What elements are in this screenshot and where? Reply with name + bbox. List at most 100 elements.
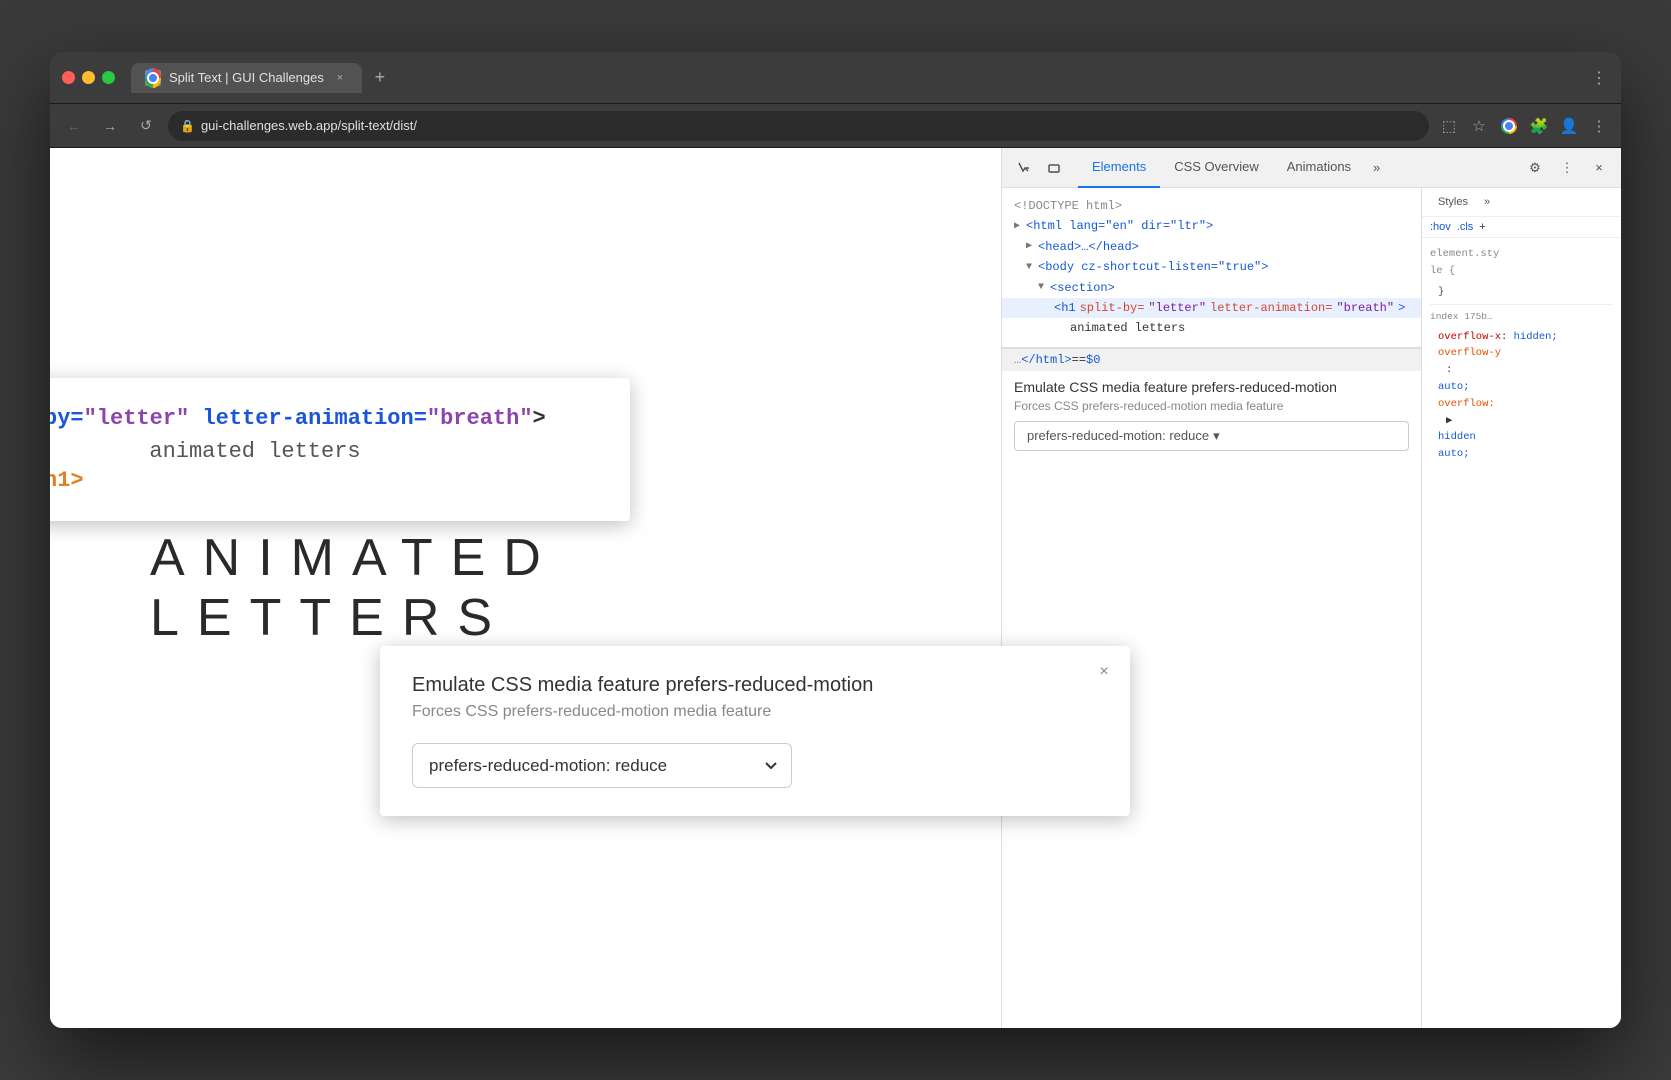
triangle-section: ▼	[1038, 279, 1044, 296]
devtools-panel: Elements CSS Overview Animations » ⚙ ⋮ ×	[1001, 148, 1621, 1028]
overflow-x-val-hidden: hidden;	[1514, 331, 1558, 343]
title-bar-right-icons: ⋮	[1589, 68, 1609, 88]
devtools-right-icons: ⚙ ⋮ ×	[1521, 154, 1613, 182]
devtools-header: Elements CSS Overview Animations » ⚙ ⋮ ×	[1002, 148, 1621, 188]
cast-icon[interactable]: ⬚	[1437, 114, 1461, 138]
back-button[interactable]: ←	[60, 112, 88, 140]
reload-button[interactable]: ↺	[132, 112, 160, 140]
code-attr1-val: "letter"	[84, 406, 190, 431]
html-line-body: ▼ <body cz-shortcut-listen="true">	[1002, 257, 1421, 277]
html-line-h1[interactable]: <h1 split-by="letter" letter-animation="…	[1002, 298, 1421, 318]
tab-css-overview[interactable]: CSS Overview	[1160, 148, 1273, 188]
overflow-triangle: ▶	[1430, 413, 1613, 430]
head-tag: <head>…</head>	[1038, 237, 1139, 257]
tab-animations[interactable]: Animations	[1273, 148, 1365, 188]
h1-attr-split: split-by=	[1080, 298, 1145, 318]
reduced-motion-select[interactable]: No override prefers-reduced-motion: redu…	[412, 743, 792, 788]
overflow-y-prop: overflow-y	[1438, 347, 1501, 359]
bg-emulate-rows: Emulate CSS media feature prefers-reduce…	[1002, 371, 1421, 471]
code-line-2: animated letters	[50, 439, 598, 464]
overflow-y-label: overflow-y	[1430, 345, 1613, 362]
overflow-x-prop: overflow-x	[1438, 331, 1501, 343]
equals-sign: ==	[1072, 353, 1086, 367]
section-tag: <section>	[1050, 278, 1115, 298]
element-style-rule: element.style {	[1430, 246, 1613, 280]
code-attr1-name: split-by=	[50, 406, 84, 431]
styles-tab-label[interactable]: Styles	[1432, 194, 1474, 210]
triangle-icon: ▶	[1446, 415, 1452, 427]
auto-val: auto;	[1430, 379, 1613, 396]
hov-button[interactable]: :hov	[1430, 221, 1451, 233]
tab-active[interactable]: Split Text | GUI Challenges ×	[131, 63, 362, 93]
modal-close-button[interactable]: ×	[1092, 660, 1116, 684]
extensions-icon[interactable]: 🧩	[1527, 114, 1551, 138]
emulate-modal: × Emulate CSS media feature prefers-redu…	[380, 646, 1130, 816]
devtools-settings-button[interactable]: ⚙	[1521, 154, 1549, 182]
html-close-tag: </html>	[1021, 353, 1071, 367]
devtools-selected-bar: … </html> == $0	[1002, 348, 1421, 371]
devtools-close-button[interactable]: ×	[1585, 154, 1613, 182]
tab-elements[interactable]: Elements	[1078, 148, 1160, 188]
browser-window: Split Text | GUI Challenges × + ⋮ ← → ↺ …	[50, 52, 1621, 1028]
overflow-x-rule: overflow-x: hidden;	[1430, 329, 1613, 346]
chrome-settings-icon[interactable]: ⋮	[1589, 68, 1609, 88]
html-line-html: ▶ <html lang="en" dir="ltr">	[1002, 216, 1421, 236]
inspect-element-button[interactable]	[1010, 154, 1038, 182]
overflow-label: overflow:	[1430, 396, 1613, 413]
url-bar[interactable]: 🔒 gui-challenges.web.app/split-text/dist…	[168, 111, 1429, 141]
triangle-body: ▼	[1026, 259, 1032, 276]
html-tag: <html lang="en" dir="ltr">	[1026, 216, 1213, 236]
close-button[interactable]	[62, 71, 75, 84]
dollar-var: $0	[1086, 353, 1100, 367]
new-tab-button[interactable]: +	[366, 64, 394, 92]
h1-val-breath: "breath"	[1336, 298, 1394, 318]
overflow-y-colon: :	[1430, 362, 1613, 379]
profile-icon[interactable]: 👤	[1557, 114, 1581, 138]
content-area: ANIMATED LETTERS <h1 split-by="letter" l…	[50, 148, 1621, 1028]
h1-val-letter: "letter"	[1148, 298, 1206, 318]
code-line-3: </h1>	[50, 468, 598, 493]
tab-close-button[interactable]: ×	[332, 70, 348, 86]
bg-select-label: prefers-reduced-motion: reduce	[1027, 428, 1209, 443]
overflow-prop: overflow:	[1438, 398, 1495, 410]
browser-menu-icon[interactable]: ⋮	[1587, 114, 1611, 138]
forward-button[interactable]: →	[96, 112, 124, 140]
html-line-section: ▼ <section>	[1002, 278, 1421, 298]
devtools-tabs: Elements CSS Overview Animations »	[1078, 148, 1519, 188]
code-attr2-name: letter-animation=	[202, 406, 426, 431]
lock-icon: 🔒	[180, 119, 195, 133]
devtools-more-tabs[interactable]: »	[1365, 160, 1388, 175]
colon-text: :	[1446, 364, 1452, 376]
devtools-more-button[interactable]: ⋮	[1553, 154, 1581, 182]
body-tag: <body cz-shortcut-listen="true">	[1038, 257, 1268, 277]
minimize-button[interactable]	[82, 71, 95, 84]
add-style-button[interactable]: +	[1479, 221, 1485, 233]
styles-tab-group: Styles »	[1432, 194, 1496, 210]
close-brace: }	[1430, 284, 1613, 301]
html-line-doctype: <!DOCTYPE html>	[1002, 196, 1421, 216]
elements-panel: <!DOCTYPE html> ▶ <html lang="en" dir="l…	[1002, 188, 1421, 1028]
code-closing-tag: </h1>	[50, 468, 84, 493]
index-label: index 175b…	[1430, 304, 1613, 328]
emulate-modal-title: Emulate CSS media feature prefers-reduce…	[412, 674, 1098, 697]
styles-content: element.style { } index 175b… overflow-x…	[1422, 238, 1621, 471]
device-toggle-button[interactable]	[1040, 154, 1068, 182]
url-text: gui-challenges.web.app/split-text/dist/	[201, 118, 417, 133]
h1-close-bracket: >	[1398, 298, 1405, 318]
html-line-h1-text: animated letters	[1002, 318, 1421, 338]
bookmark-star-icon[interactable]: ☆	[1467, 114, 1491, 138]
html-tree: <!DOCTYPE html> ▶ <html lang="en" dir="l…	[1002, 188, 1421, 348]
emulate-modal-subtitle: Forces CSS prefers-reduced-motion media …	[412, 703, 1098, 721]
tab-area: Split Text | GUI Challenges × +	[131, 63, 1581, 93]
bg-emulate-title: Emulate CSS media feature prefers-reduce…	[1014, 379, 1409, 395]
address-bar: ← → ↺ 🔒 gui-challenges.web.app/split-tex…	[50, 104, 1621, 148]
cls-button[interactable]: .cls	[1457, 221, 1474, 233]
code-tooltip: <h1 split-by="letter" letter-animation="…	[50, 378, 630, 521]
bg-emulate-select[interactable]: prefers-reduced-motion: reduce ▾	[1014, 421, 1409, 451]
html-line-head: ▶ <head>…</head>	[1002, 237, 1421, 257]
code-attr2-val: "breath"	[427, 406, 533, 431]
hidden2-val: hidden	[1430, 429, 1613, 446]
maximize-button[interactable]	[102, 71, 115, 84]
styles-more-tab[interactable]: »	[1478, 194, 1496, 210]
auto2-val: auto;	[1430, 446, 1613, 463]
